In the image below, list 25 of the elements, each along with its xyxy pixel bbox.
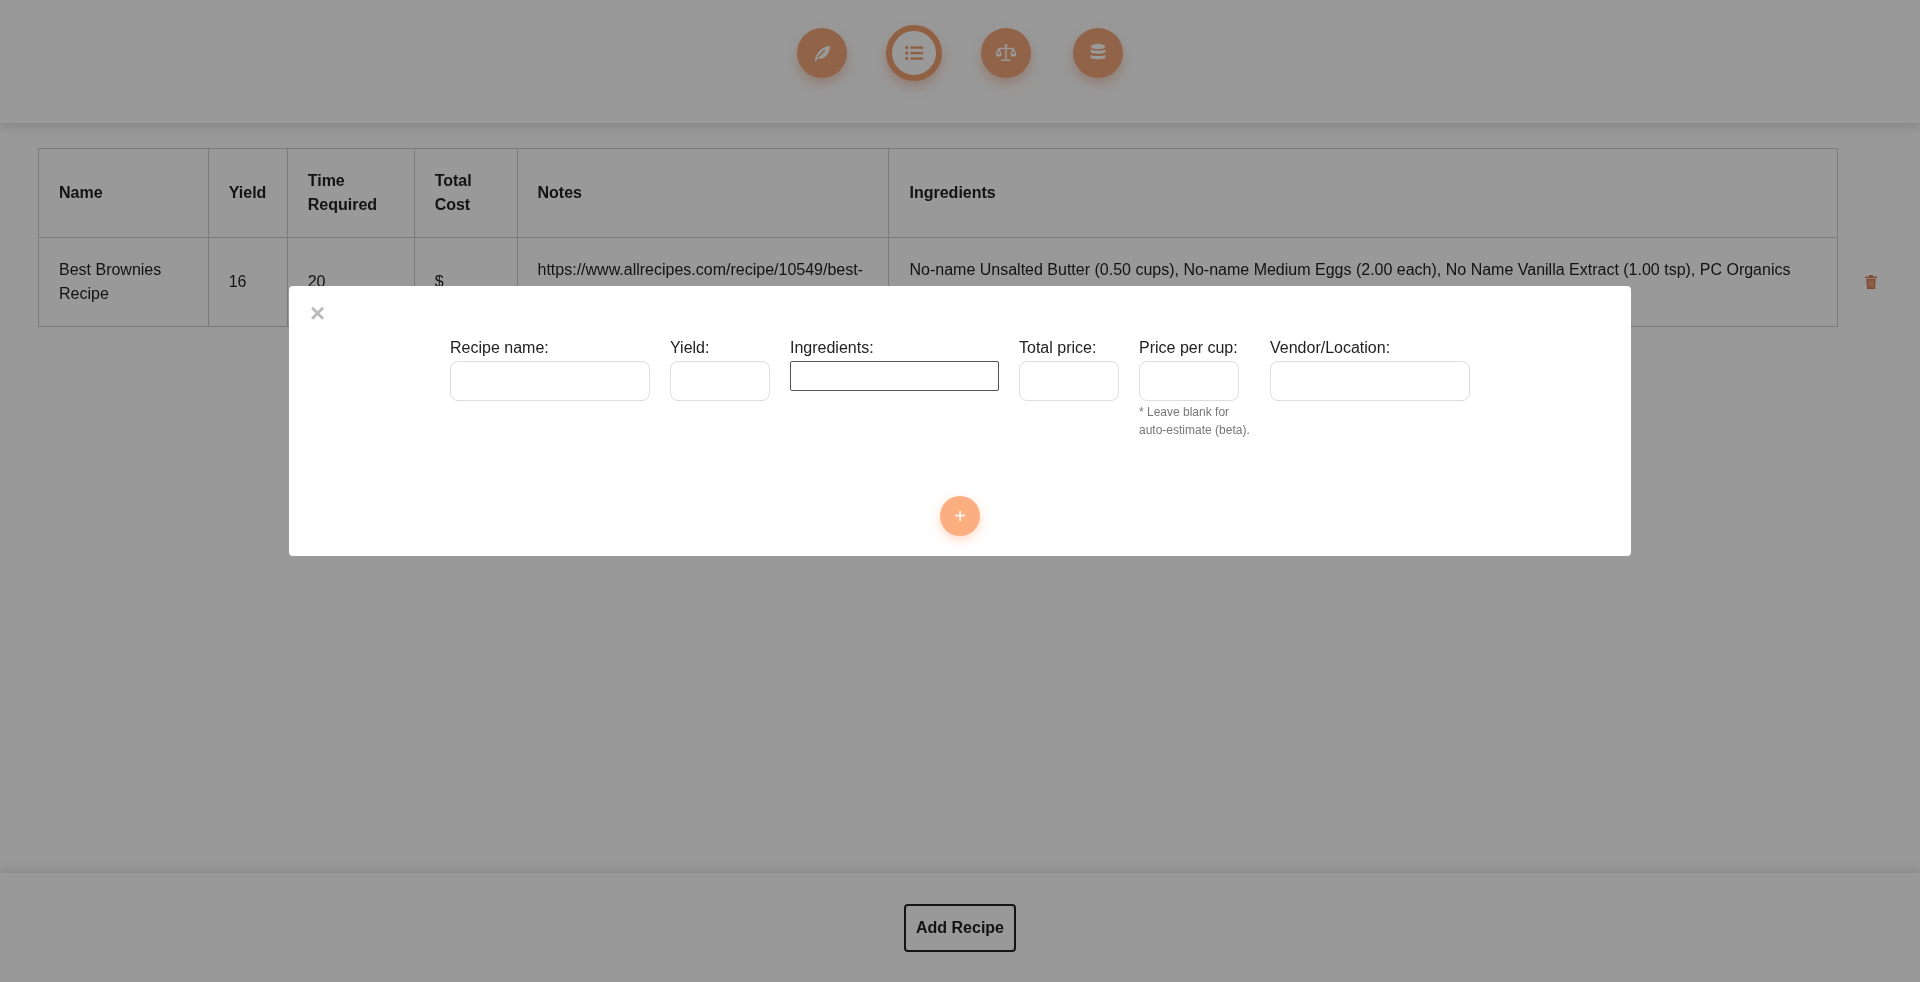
scale-icon [995,42,1017,64]
trash-icon[interactable] [1865,275,1878,289]
close-button[interactable]: × [306,298,330,328]
field-label: Recipe name: [450,338,550,358]
column-header: Ingredients [889,148,1838,238]
input-field[interactable] [790,361,999,391]
nav-button[interactable] [886,25,942,81]
add-button[interactable]: + [940,496,980,536]
field-label: Total price: [1019,338,1098,358]
nav-button[interactable] [797,28,847,78]
table-cell: 16 [208,237,288,327]
nav-button[interactable] [981,28,1031,78]
column-header: Yield [208,148,288,238]
column-header: Total Cost [414,148,517,238]
field-label: Price per cup: [1139,338,1239,358]
nav-button[interactable] [1073,28,1123,78]
field-label: Vendor/Location: [1270,338,1392,358]
field-label: Yield: [670,338,711,358]
column-header: Time Required [287,148,415,238]
column-header: Notes [517,148,889,238]
hint-text: * Leave blank for auto-estimate (beta). [1139,404,1250,439]
table-cell: Best Brownies Recipe [38,237,209,327]
field-label: Ingredients: [790,338,875,358]
add-recipe-button[interactable]: Add Recipe [904,903,1016,952]
column-header: Name [38,148,209,238]
